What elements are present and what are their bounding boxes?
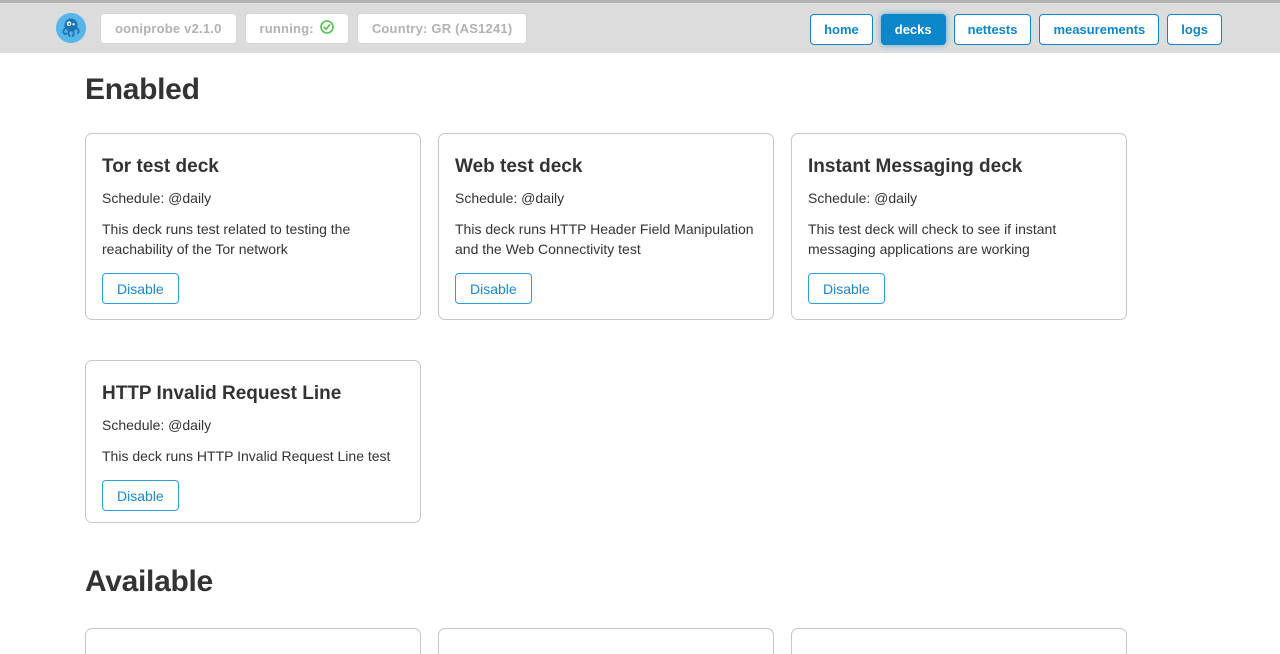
nav-measurements[interactable]: measurements xyxy=(1039,14,1159,45)
disable-button-http-invalid-request-line[interactable]: Disable xyxy=(102,480,179,511)
deck-card-available-1 xyxy=(85,628,421,654)
check-circle-icon xyxy=(320,20,334,37)
version-badge: ooniprobe v2.1.0 xyxy=(100,13,237,44)
main-nav: home decks nettests measurements logs xyxy=(810,14,1222,45)
deck-description: This deck runs test related to testing t… xyxy=(102,219,404,259)
deck-card-http-invalid-request-line: HTTP Invalid Request Line Schedule: @dai… xyxy=(85,360,421,523)
available-heading: Available xyxy=(85,565,1127,599)
deck-card-tor: Tor test deck Schedule: @daily This deck… xyxy=(85,133,421,320)
disable-button-web[interactable]: Disable xyxy=(455,273,532,304)
deck-card-available-2 xyxy=(438,628,774,654)
deck-description: This deck runs HTTP Header Field Manipul… xyxy=(455,219,757,259)
deck-title: Instant Messaging deck xyxy=(808,156,1110,177)
country-badge: Country: GR (AS1241) xyxy=(357,13,528,44)
status-badges: ooniprobe v2.1.0 running: Country: GR (A… xyxy=(100,13,527,44)
deck-card-web: Web test deck Schedule: @daily This deck… xyxy=(438,133,774,320)
ooni-logo-icon xyxy=(56,13,86,43)
top-bar: ooniprobe v2.1.0 running: Country: GR (A… xyxy=(0,0,1280,53)
disable-button-instant-messaging[interactable]: Disable xyxy=(808,273,885,304)
available-decks-row xyxy=(85,628,1127,654)
enabled-decks-row-1: Tor test deck Schedule: @daily This deck… xyxy=(85,133,1127,320)
nav-logs[interactable]: logs xyxy=(1167,14,1222,45)
deck-title: Web test deck xyxy=(455,156,757,177)
version-badge-label: ooniprobe v2.1.0 xyxy=(115,21,222,36)
running-badge: running: xyxy=(245,13,349,44)
deck-schedule: Schedule: @daily xyxy=(102,417,404,433)
nav-nettests[interactable]: nettests xyxy=(954,14,1032,45)
country-badge-label: Country: GR (AS1241) xyxy=(372,21,513,36)
nav-decks[interactable]: decks xyxy=(881,14,946,45)
deck-card-available-3 xyxy=(791,628,1127,654)
deck-description: This test deck will check to see if inst… xyxy=(808,219,1110,259)
deck-schedule: Schedule: @daily xyxy=(455,190,757,206)
deck-title: Tor test deck xyxy=(102,156,404,177)
deck-card-instant-messaging: Instant Messaging deck Schedule: @daily … xyxy=(791,133,1127,320)
deck-schedule: Schedule: @daily xyxy=(808,190,1110,206)
running-badge-label: running: xyxy=(260,21,314,36)
enabled-decks-row-2: HTTP Invalid Request Line Schedule: @dai… xyxy=(85,360,1127,523)
enabled-heading: Enabled xyxy=(85,73,1127,107)
main-content: Enabled Tor test deck Schedule: @daily T… xyxy=(85,73,1127,654)
deck-schedule: Schedule: @daily xyxy=(102,190,404,206)
deck-title: HTTP Invalid Request Line xyxy=(102,383,404,404)
deck-description: This deck runs HTTP Invalid Request Line… xyxy=(102,446,404,466)
nav-home[interactable]: home xyxy=(810,14,873,45)
disable-button-tor[interactable]: Disable xyxy=(102,273,179,304)
